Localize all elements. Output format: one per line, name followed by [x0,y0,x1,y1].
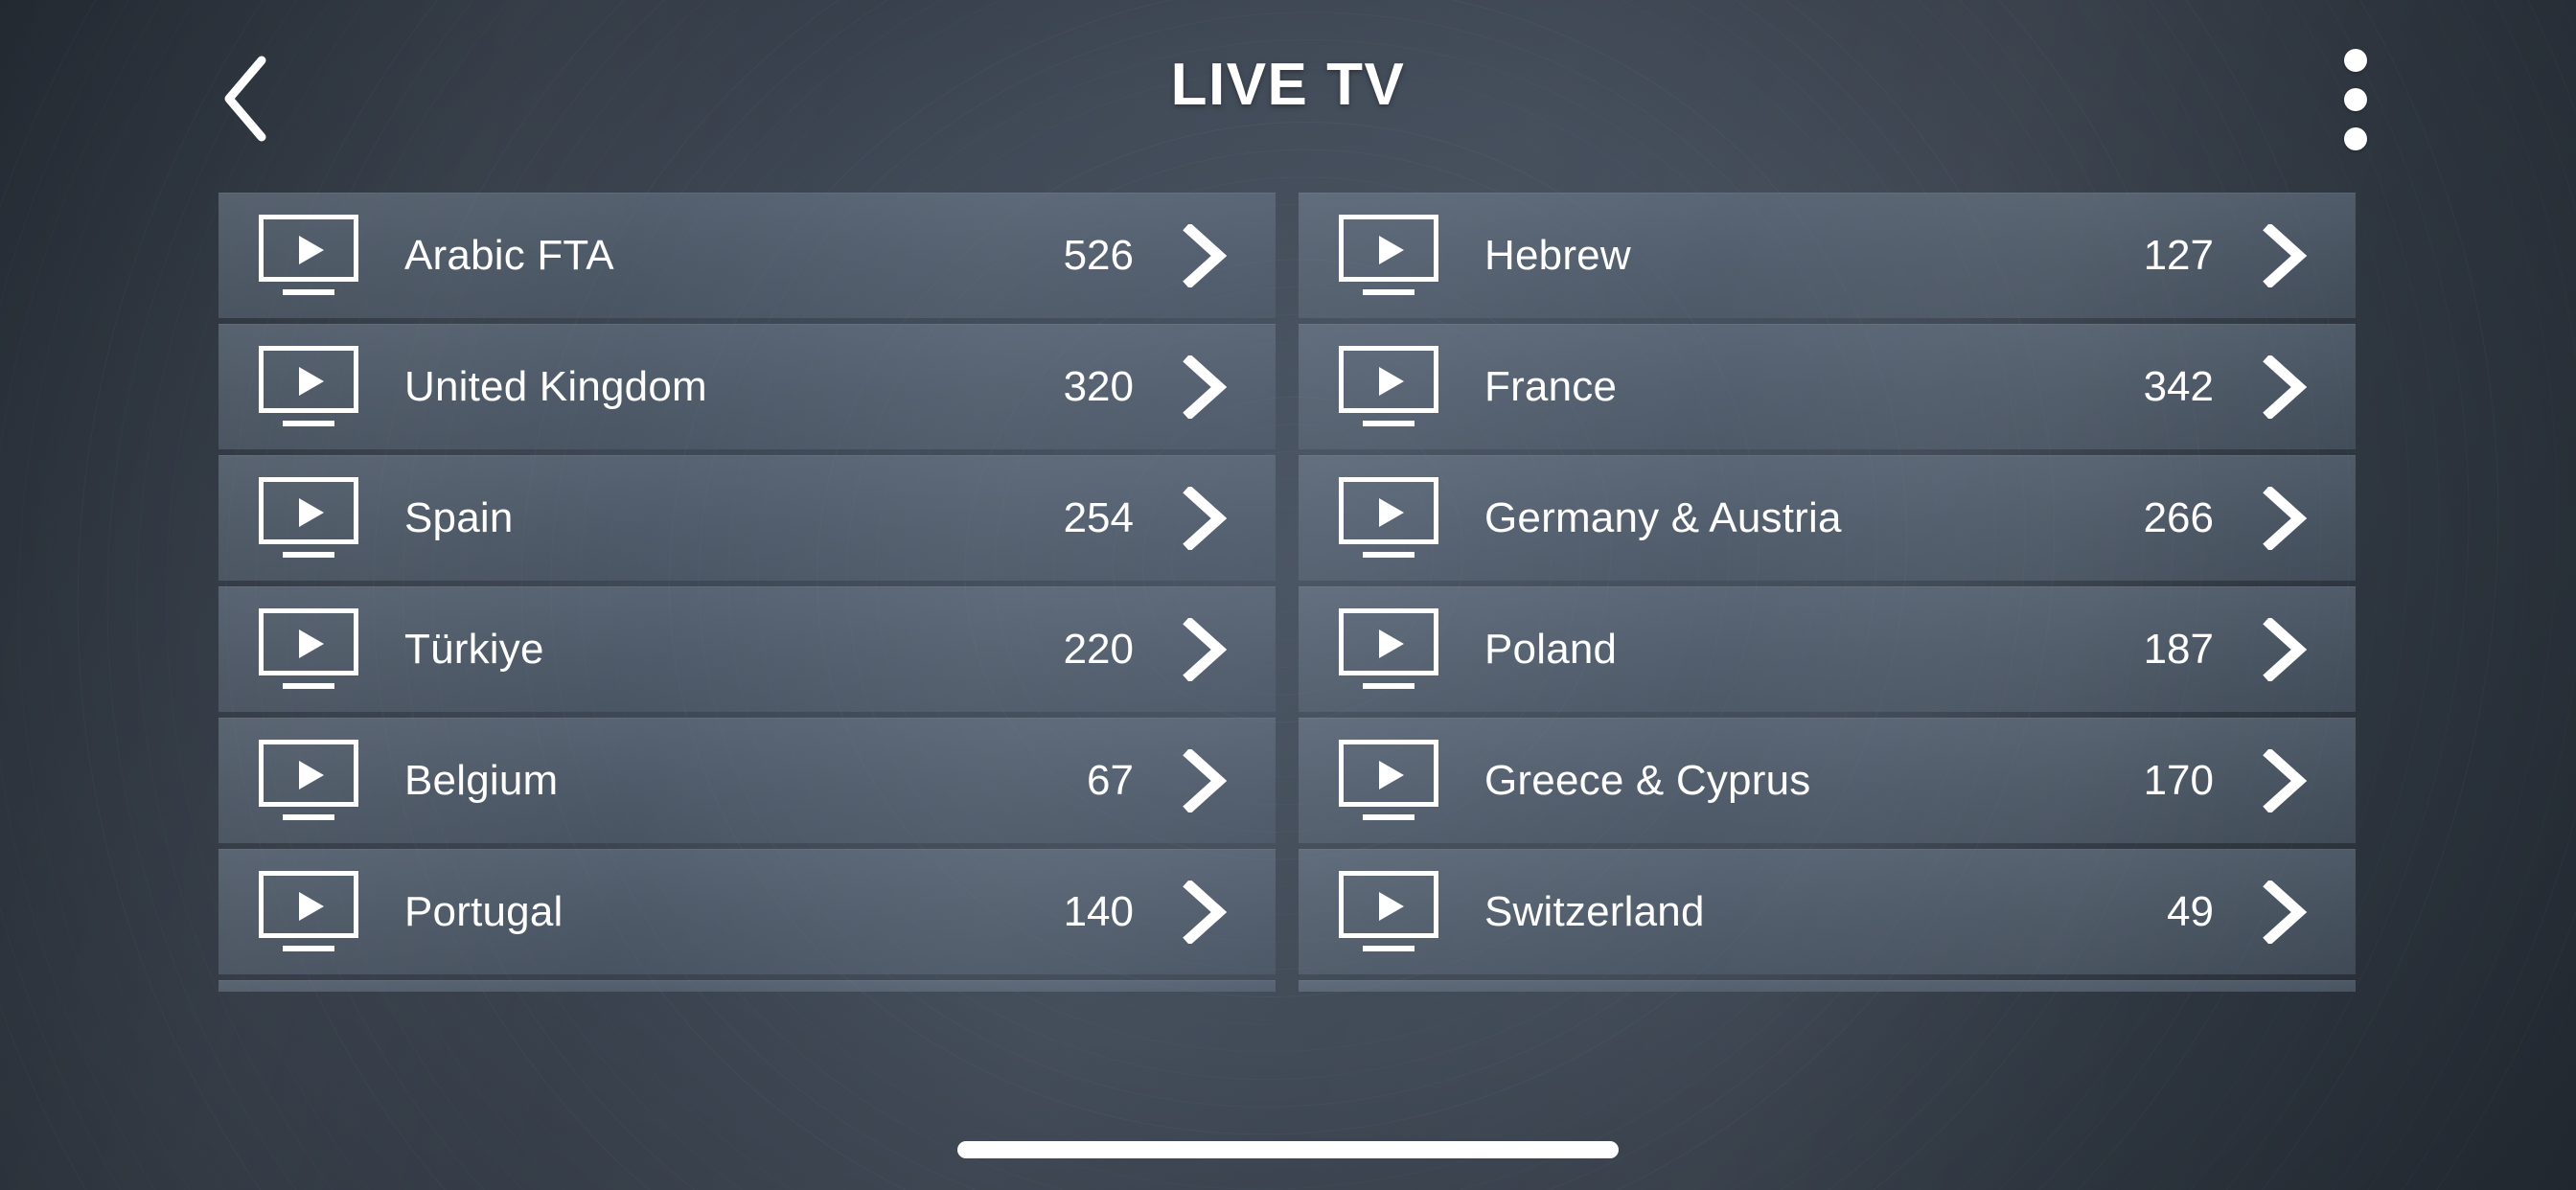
overflow-menu-button[interactable] [2303,42,2408,157]
tv-play-icon [259,476,358,560]
category-label: Belgium [404,756,559,804]
tv-play-icon [259,345,358,428]
chevron-right-icon[interactable] [2258,223,2313,287]
category-row[interactable]: Hebrew 127 [1299,193,2356,318]
tv-play-icon-stand [1363,813,1414,820]
tv-play-icon [1339,476,1438,560]
tv-play-icon-stand [283,420,334,426]
chevron-right-icon[interactable] [1178,617,1233,681]
tv-play-icon [259,739,358,822]
category-label: Greece & Cyprus [1484,756,1811,804]
tv-play-icon-triangle [299,497,324,527]
category-channel-count: 187 [2143,625,2214,673]
more-vertical-icon-dot-1 [2344,49,2367,72]
tv-play-icon [1339,345,1438,428]
tv-play-icon-stand [283,945,334,951]
chevron-right-icon[interactable] [1178,223,1233,287]
category-label: Türkiye [404,625,544,673]
category-label: United Kingdom [404,362,707,410]
category-row[interactable]: Arabic FTA 526 [218,193,1276,318]
category-column-right: Hebrew 127 France 342 Germany & Austria 266 Po… [1299,184,2356,992]
category-grid: Arabic FTA 526 United Kingdom 320 Spain 254 Tü… [218,184,2356,992]
category-row[interactable]: United Kingdom 320 [218,324,1276,449]
tv-play-icon-triangle [1379,235,1404,264]
category-label: Switzerland [1484,887,1705,935]
category-row[interactable]: Germany & Austria 266 [1299,455,2356,581]
category-label: Portugal [404,887,564,935]
category-channel-count: 320 [1063,362,1134,410]
category-channel-count: 254 [1063,493,1134,541]
tv-play-icon-triangle [1379,497,1404,527]
chevron-right-icon[interactable] [1178,880,1233,944]
category-channel-count: 342 [2143,362,2214,410]
tv-play-icon-triangle [1379,366,1404,396]
more-vertical-icon-dot-3 [2344,127,2367,150]
tv-play-icon [1339,870,1438,953]
chevron-right-icon[interactable] [2258,617,2313,681]
app-header: LIVE TV [0,0,2576,182]
category-label: Hebrew [1484,231,1631,279]
tv-play-icon-stand [283,551,334,558]
category-row[interactable]: Greece & Cyprus 170 [1299,718,2356,843]
live-tv-screen: LIVE TV Arabic FTA 526 United Kingdom 320 Sp… [0,0,2576,1190]
more-vertical-icon-dot-2 [2344,88,2367,111]
category-row-partial[interactable] [218,980,1276,992]
tv-play-icon-triangle [299,760,324,790]
category-label: Poland [1484,625,1618,673]
tv-play-icon-triangle [299,366,324,396]
tv-play-icon [1339,607,1438,691]
category-channel-count: 170 [2143,756,2214,804]
tv-play-icon [259,870,358,953]
tv-play-icon-stand [1363,682,1414,689]
home-indicator-bar [957,1141,1619,1158]
tv-play-icon-stand [283,682,334,689]
chevron-right-icon[interactable] [2258,355,2313,419]
tv-play-icon-stand [283,813,334,820]
page-title: LIVE TV [1170,52,1406,118]
chevron-right-icon[interactable] [2258,748,2313,812]
tv-play-icon-stand [1363,945,1414,951]
tv-play-icon-triangle [1379,891,1404,921]
tv-play-icon-stand [1363,420,1414,426]
category-label: Germany & Austria [1484,493,1842,541]
category-row[interactable]: Belgium 67 [218,718,1276,843]
tv-play-icon-stand [1363,551,1414,558]
tv-play-icon-triangle [299,629,324,658]
tv-play-icon-triangle [1379,760,1404,790]
tv-play-icon-stand [283,288,334,295]
category-channel-count: 140 [1063,887,1134,935]
category-channel-count: 526 [1063,231,1134,279]
tv-play-icon-triangle [1379,629,1404,658]
category-channel-count: 127 [2143,231,2214,279]
tv-play-icon [259,214,358,297]
tv-play-icon [1339,214,1438,297]
tv-play-icon-triangle [299,891,324,921]
chevron-right-icon[interactable] [2258,880,2313,944]
category-row[interactable]: France 342 [1299,324,2356,449]
tv-play-icon [259,607,358,691]
category-column-left: Arabic FTA 526 United Kingdom 320 Spain 254 Tü… [218,184,1276,992]
chevron-right-icon[interactable] [1178,486,1233,550]
chevron-right-icon[interactable] [1178,355,1233,419]
category-label: France [1484,362,1618,410]
category-channel-count: 220 [1063,625,1134,673]
category-label: Arabic FTA [404,231,614,279]
category-label: Spain [404,493,514,541]
chevron-right-icon[interactable] [1178,748,1233,812]
tv-play-icon-triangle [299,235,324,264]
category-channel-count: 266 [2143,493,2214,541]
chevron-right-icon[interactable] [2258,486,2313,550]
tv-play-icon-stand [1363,288,1414,295]
category-channel-count: 49 [2167,887,2214,935]
category-row-partial[interactable] [1299,980,2356,992]
category-row[interactable]: Poland 187 [1299,586,2356,712]
category-channel-count: 67 [1087,756,1134,804]
category-row[interactable]: Türkiye 220 [218,586,1276,712]
category-row[interactable]: Spain 254 [218,455,1276,581]
category-row[interactable]: Portugal 140 [218,849,1276,974]
category-row[interactable]: Switzerland 49 [1299,849,2356,974]
tv-play-icon [1339,739,1438,822]
